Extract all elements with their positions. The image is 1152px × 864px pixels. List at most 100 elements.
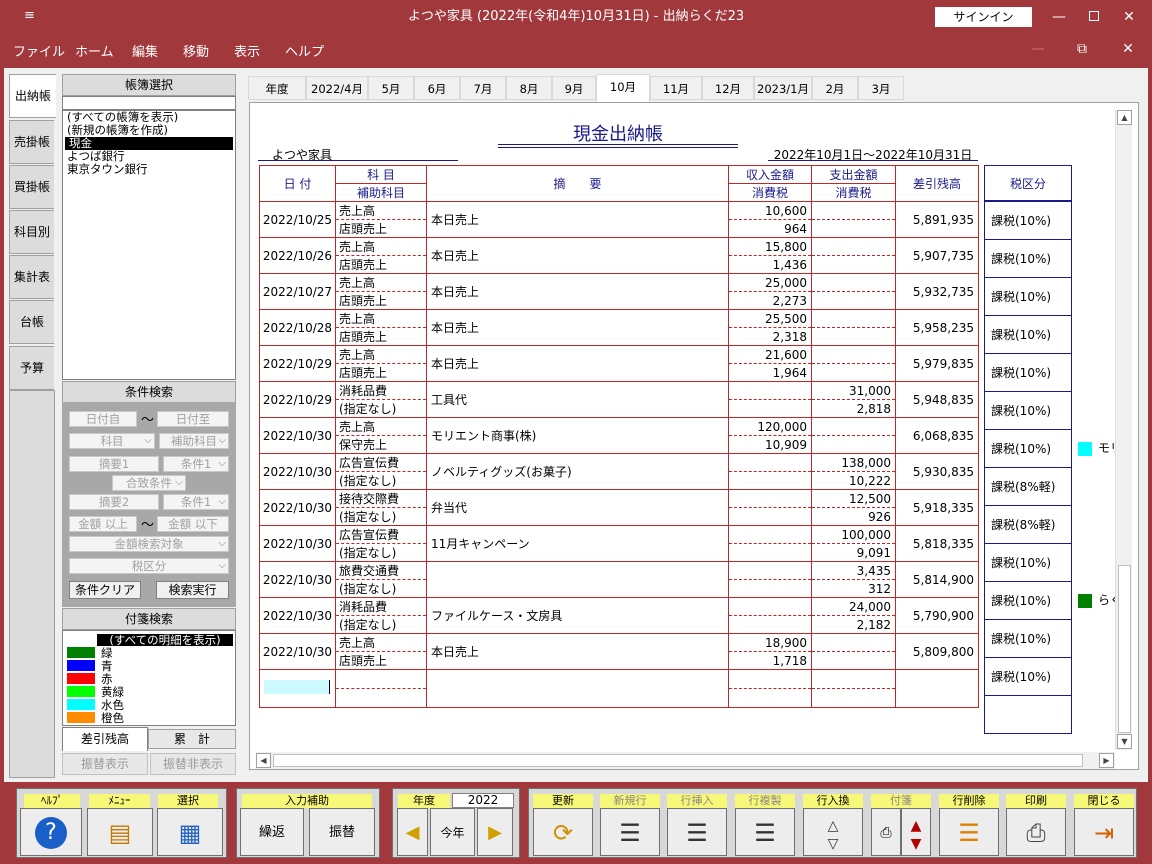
income-tax-cell[interactable]	[728, 507, 812, 526]
repeat-button[interactable]: 繰返	[240, 808, 304, 856]
tag-move-button[interactable]: ▲ ▼	[901, 808, 931, 856]
mdi-minimize-button[interactable]: —	[1018, 37, 1058, 61]
new-description-cell[interactable]	[426, 669, 729, 708]
expense-cell[interactable]	[811, 201, 896, 220]
table-row[interactable]: 2022/10/30 売上高 本日売上 18,900 5,809,800	[259, 633, 979, 670]
date-cell[interactable]: 2022/10/30	[259, 453, 336, 490]
signin-button[interactable]: サインイン	[935, 7, 1032, 27]
description-cell[interactable]: 本日売上	[426, 345, 729, 382]
table-row[interactable]: 2022/10/27 売上高 本日売上 25,000 5,932,735	[259, 273, 979, 310]
tax-category-select[interactable]: 税区分	[69, 558, 229, 574]
table-row[interactable]: 2022/10/26 売上高 本日売上 15,800 5,907,735	[259, 237, 979, 274]
income-tax-cell[interactable]	[728, 543, 812, 562]
expense-cell[interactable]: 100,000	[811, 525, 896, 544]
account-cell[interactable]: 広告宣伝費	[335, 525, 427, 544]
tag-item[interactable]: 水色	[67, 699, 124, 711]
table-row[interactable]: 2022/10/29 売上高 本日売上 21,600 5,979,835	[259, 345, 979, 382]
expense-cell[interactable]	[811, 345, 896, 364]
income-cell[interactable]: 10,600	[728, 201, 812, 220]
refresh-button[interactable]: ⟳	[533, 808, 593, 856]
scroll-left-icon[interactable]: ◀	[256, 753, 271, 768]
description-cell[interactable]: 本日売上	[426, 273, 729, 310]
account-cell[interactable]: 売上高	[335, 309, 427, 328]
income-tax-cell[interactable]	[728, 615, 812, 634]
vertical-scroll-thumb[interactable]	[1118, 565, 1131, 733]
vtab-receivables[interactable]: 売掛帳	[9, 120, 54, 164]
tag-list[interactable]: (すべての明細を表示) 緑 青 赤 黄緑 水色 橙色	[62, 630, 236, 726]
scroll-up-icon[interactable]: ▲	[1117, 110, 1132, 125]
desc1-input[interactable]: 摘要1	[69, 456, 159, 472]
table-row[interactable]: 2022/10/30 消耗品費 ファイルケース・文房具 24,000 5,790,900	[259, 597, 979, 634]
tab-month[interactable]: 2022/4月	[306, 76, 368, 100]
expense-tax-cell[interactable]: 926	[811, 507, 896, 526]
active-cell-cursor[interactable]	[264, 680, 330, 694]
menu-view[interactable]: 表示	[234, 41, 260, 60]
income-cell[interactable]: 18,900	[728, 633, 812, 652]
transfer-button[interactable]: 振替	[309, 808, 375, 856]
horizontal-scrollbar[interactable]: ◀ ▶	[256, 752, 1115, 769]
print-button[interactable]: ⎙	[1006, 808, 1066, 856]
income-cell[interactable]: 120,000	[728, 417, 812, 436]
year-value[interactable]: 2022	[452, 793, 514, 808]
expense-tax-cell[interactable]	[811, 435, 896, 454]
tax-category-cell[interactable]: 課税(10%)	[984, 315, 1072, 354]
tab-balance[interactable]: 差引残高	[62, 727, 148, 751]
table-row-empty[interactable]	[259, 669, 979, 708]
delete-row-button[interactable]: ☰	[939, 808, 999, 856]
table-row[interactable]: 2022/10/29 消耗品費 工具代 31,000 5,948,835	[259, 381, 979, 418]
new-income-tax-cell[interactable]	[728, 688, 812, 708]
income-cell[interactable]: 21,600	[728, 345, 812, 364]
new-expense-cell[interactable]	[811, 669, 896, 689]
expense-tax-cell[interactable]	[811, 219, 896, 238]
ledger-item[interactable]: 東京タウン銀行	[63, 163, 235, 176]
amount-to-input[interactable]: 金額 以下	[157, 516, 229, 532]
combine-select[interactable]: 合致条件	[112, 475, 186, 491]
new-row-button[interactable]: ☰	[600, 808, 660, 856]
vertical-scrollbar[interactable]: ▲ ▼	[1115, 110, 1132, 750]
income-cell[interactable]	[728, 453, 812, 472]
subaccount-cell[interactable]: (指定なし)	[335, 579, 427, 598]
transfer-show-button[interactable]: 振替表示	[62, 753, 148, 775]
date-cell[interactable]: 2022/10/26	[259, 237, 336, 274]
description-cell[interactable]: 本日売上	[426, 201, 729, 238]
new-subaccount-cell[interactable]	[335, 688, 427, 708]
tab-month[interactable]: 3月	[858, 76, 904, 100]
expense-cell[interactable]: 31,000	[811, 381, 896, 400]
description-cell[interactable]: 11月キャンペーン	[426, 525, 729, 562]
subaccount-cell[interactable]: (指定なし)	[335, 399, 427, 418]
income-tax-cell[interactable]: 1,964	[728, 363, 812, 382]
date-cell[interactable]: 2022/10/29	[259, 381, 336, 418]
income-cell[interactable]	[728, 561, 812, 580]
table-row[interactable]: 2022/10/30 広告宣伝費 11月キャンペーン 100,000 5,818,335	[259, 525, 979, 562]
tab-month[interactable]: 5月	[368, 76, 414, 100]
subaccount-cell[interactable]: 店頭売上	[335, 219, 427, 238]
expense-tax-cell[interactable]: 2,818	[811, 399, 896, 418]
tab-month[interactable]: 2月	[812, 76, 858, 100]
insert-row-button[interactable]: ☰	[667, 808, 727, 856]
new-tax-category-cell[interactable]	[984, 695, 1072, 734]
description-cell[interactable]: 工具代	[426, 381, 729, 418]
tax-category-cell[interactable]: 課税(10%)	[984, 429, 1072, 468]
tax-category-cell[interactable]: 課税(10%)	[984, 581, 1072, 620]
expense-tax-cell[interactable]	[811, 651, 896, 670]
new-income-cell[interactable]	[728, 669, 812, 689]
income-cell[interactable]: 15,800	[728, 237, 812, 256]
vtab-summary[interactable]: 集計表	[9, 255, 54, 299]
income-cell[interactable]	[728, 525, 812, 544]
expense-cell[interactable]	[811, 273, 896, 292]
subaccount-cell[interactable]: 店頭売上	[335, 291, 427, 310]
table-row[interactable]: 2022/10/25 売上高 本日売上 10,600 5,891,935	[259, 201, 979, 238]
amount-target-select[interactable]: 金額検索対象	[69, 536, 229, 552]
account-cell[interactable]: 売上高	[335, 345, 427, 364]
close-app-button[interactable]: ⇥	[1074, 808, 1134, 856]
income-tax-cell[interactable]: 1,718	[728, 651, 812, 670]
expense-cell[interactable]: 24,000	[811, 597, 896, 616]
date-cell[interactable]: 2022/10/30	[259, 561, 336, 598]
tab-month[interactable]: 7月	[460, 76, 506, 100]
tag-item[interactable]: 緑	[67, 647, 113, 659]
tab-month[interactable]: 6月	[414, 76, 460, 100]
account-cell[interactable]: 旅費交通費	[335, 561, 427, 580]
cond1-select[interactable]: 条件1	[163, 456, 229, 472]
expense-cell[interactable]	[811, 633, 896, 652]
tax-category-cell[interactable]: 課税(10%)	[984, 277, 1072, 316]
